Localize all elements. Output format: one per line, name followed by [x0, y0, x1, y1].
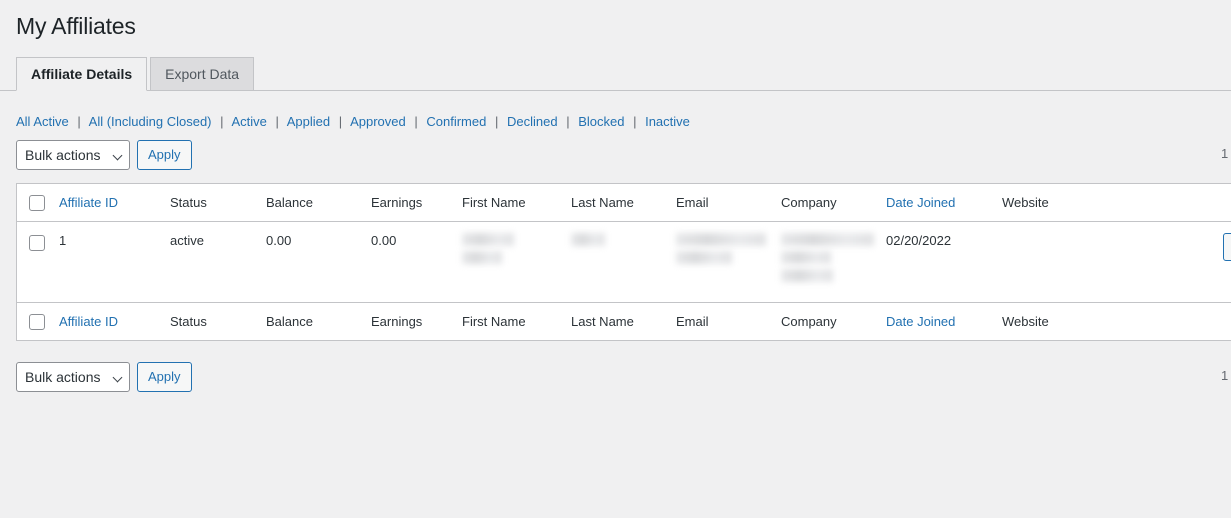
column-header-balance: Balance [266, 195, 371, 210]
column-header-affiliate-id[interactable]: Affiliate ID [59, 195, 170, 210]
cell-date-joined: 02/20/2022 [886, 233, 1002, 248]
column-header-affiliate-id-link[interactable]: Affiliate ID [59, 195, 118, 210]
redacted-text [462, 233, 563, 264]
column-footer-last-name: Last Name [571, 314, 676, 329]
column-footer-affiliate-id[interactable]: Affiliate ID [59, 314, 170, 329]
table-navigation-top: Bulk actions Apply 1 item [0, 140, 1231, 172]
redacted-line [462, 251, 502, 264]
redacted-line [781, 251, 831, 264]
column-footer-balance: Balance [266, 314, 371, 329]
tab-export-data[interactable]: Export Data [150, 57, 254, 91]
filter-separator: | [215, 114, 228, 129]
table-header-row: Affiliate ID Status Balance Earnings Fir… [17, 184, 1231, 222]
filter-link-confirmed[interactable]: Confirmed [426, 114, 486, 129]
chevron-down-icon [113, 373, 123, 383]
cell-actions: View [1152, 233, 1231, 261]
redacted-line [676, 233, 766, 246]
column-footer-date-joined-link[interactable]: Date Joined [886, 314, 955, 329]
cell-company-redacted [781, 233, 886, 287]
filter-link-blocked[interactable]: Blocked [578, 114, 624, 129]
redacted-line [781, 233, 874, 246]
filter-link-active[interactable]: Active [231, 114, 266, 129]
filter-separator: | [490, 114, 503, 129]
status-filter-links: All Active | All (Including Closed) | Ac… [16, 113, 690, 131]
filter-separator: | [270, 114, 283, 129]
bulk-actions-select-bottom-value: Bulk actions [25, 369, 100, 385]
filter-link-applied[interactable]: Applied [287, 114, 330, 129]
cell-status: active [170, 233, 266, 248]
column-footer-date-joined[interactable]: Date Joined [886, 314, 1002, 329]
redacted-line [781, 269, 833, 282]
displaying-count-top: 1 item [1221, 146, 1231, 161]
redacted-line [462, 233, 514, 246]
column-footer-earnings: Earnings [371, 314, 462, 329]
select-all-checkbox-top[interactable] [29, 195, 45, 211]
affiliates-page: My Affiliates Affiliate Details Export D… [0, 0, 1231, 518]
select-all-footer-cell [17, 313, 59, 330]
bulk-actions-select-top[interactable]: Bulk actions [16, 140, 130, 170]
column-header-website: Website [1002, 195, 1152, 210]
cell-balance: 0.00 [266, 233, 371, 248]
cell-first-name-redacted [462, 233, 571, 269]
filter-link-all-including-closed[interactable]: All (Including Closed) [89, 114, 212, 129]
column-footer-status: Status [170, 314, 266, 329]
column-footer-email: Email [676, 314, 781, 329]
filter-separator: | [72, 114, 85, 129]
column-footer-website: Website [1002, 314, 1152, 329]
apply-button-top[interactable]: Apply [137, 140, 192, 170]
column-header-first-name: First Name [462, 195, 571, 210]
filter-link-inactive[interactable]: Inactive [645, 114, 690, 129]
tab-bar: Affiliate Details Export Data [0, 55, 1231, 91]
filter-separator: | [409, 114, 422, 129]
displaying-count-bottom: 1 item [1221, 368, 1231, 383]
cell-last-name-redacted [571, 233, 676, 251]
tab-affiliate-details[interactable]: Affiliate Details [16, 57, 147, 91]
apply-button-bottom[interactable]: Apply [137, 362, 192, 392]
redacted-text [571, 233, 668, 246]
column-footer-first-name: First Name [462, 314, 571, 329]
column-header-last-name: Last Name [571, 195, 676, 210]
table-navigation-bottom: Bulk actions Apply 1 item [0, 362, 1231, 394]
column-header-date-joined[interactable]: Date Joined [886, 195, 1002, 210]
column-header-status: Status [170, 195, 266, 210]
row-select-checkbox[interactable] [29, 235, 45, 251]
column-header-date-joined-link[interactable]: Date Joined [886, 195, 955, 210]
view-button[interactable]: View [1223, 233, 1231, 261]
redacted-text [676, 233, 773, 264]
cell-earnings: 0.00 [371, 233, 462, 248]
filter-link-declined[interactable]: Declined [507, 114, 558, 129]
filter-separator: | [628, 114, 641, 129]
table-footer-row: Affiliate ID Status Balance Earnings Fir… [17, 302, 1231, 340]
table-row: 1 active 0.00 0.00 [17, 222, 1231, 302]
row-select-cell [17, 233, 59, 251]
column-header-email: Email [676, 195, 781, 210]
affiliates-table: Affiliate ID Status Balance Earnings Fir… [16, 183, 1231, 341]
column-header-company: Company [781, 195, 886, 210]
column-footer-affiliate-id-link[interactable]: Affiliate ID [59, 314, 118, 329]
filter-separator: | [561, 114, 574, 129]
column-header-earnings: Earnings [371, 195, 462, 210]
cell-affiliate-id: 1 [59, 233, 170, 248]
filter-link-approved[interactable]: Approved [350, 114, 406, 129]
filter-link-all-active[interactable]: All Active [16, 114, 69, 129]
select-all-checkbox-bottom[interactable] [29, 314, 45, 330]
filter-separator: | [334, 114, 347, 129]
bulk-actions-select-bottom[interactable]: Bulk actions [16, 362, 130, 392]
redacted-text [781, 233, 878, 282]
redacted-line [676, 251, 732, 264]
column-footer-company: Company [781, 314, 886, 329]
select-all-header-cell [17, 194, 59, 211]
bulk-actions-select-top-value: Bulk actions [25, 147, 100, 163]
cell-email-redacted [676, 233, 781, 269]
redacted-line [571, 233, 605, 246]
chevron-down-icon [113, 151, 123, 161]
page-title: My Affiliates [16, 12, 136, 42]
